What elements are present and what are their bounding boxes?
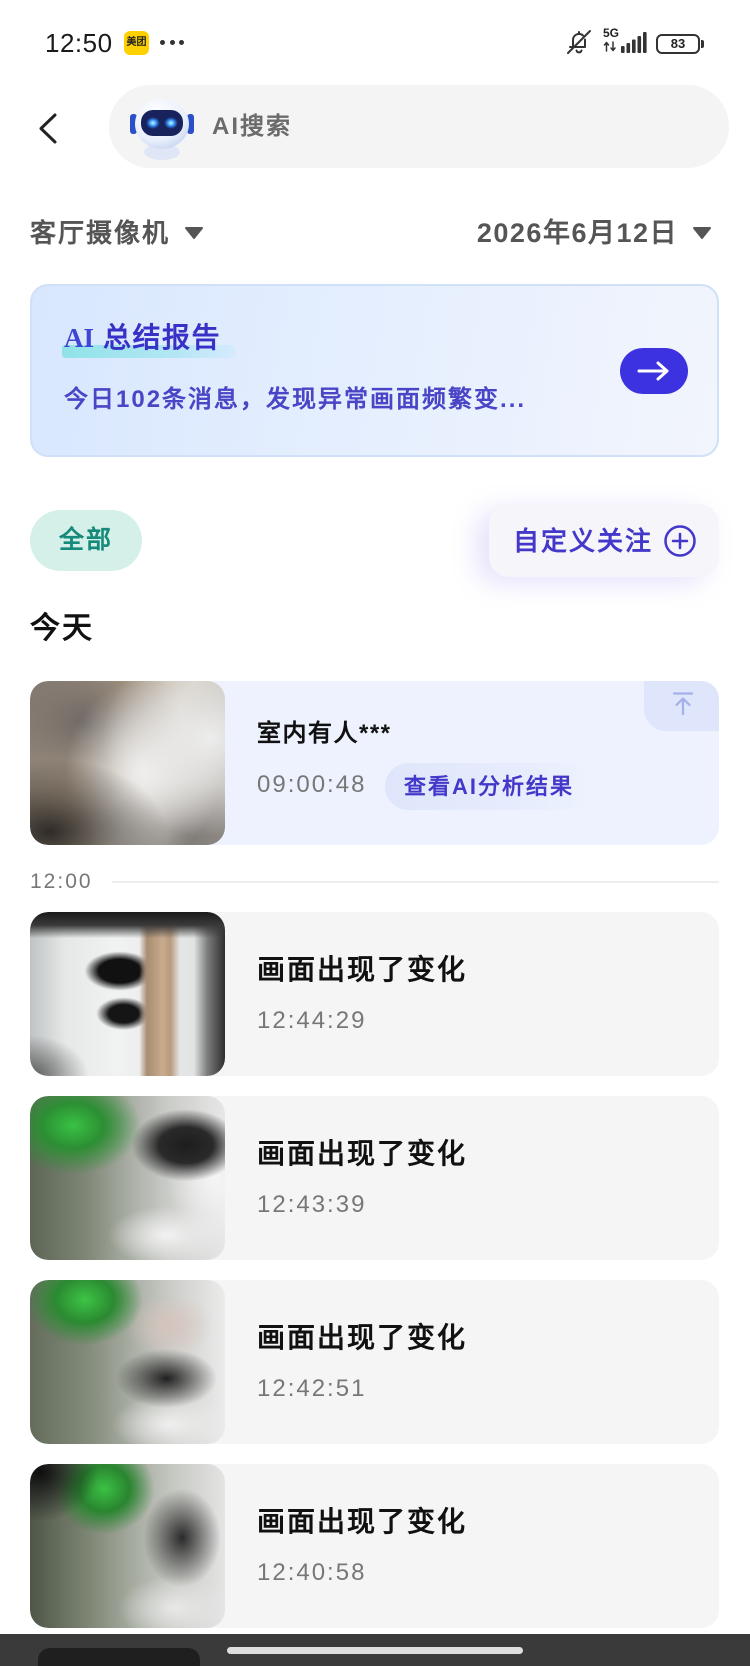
time-divider-label: 12:00: [30, 870, 93, 893]
event-card[interactable]: 画面出现了变化 12:43:39: [30, 1096, 719, 1260]
filter-chip-all[interactable]: 全部: [30, 510, 142, 571]
search-label: AI搜索: [212, 113, 292, 140]
network-type-label: 5G: [603, 26, 620, 40]
meituan-badge-label: 美团: [126, 37, 147, 48]
status-time: 12:50: [45, 28, 113, 58]
pinned-event-card[interactable]: 室内有人*** 09:00:48 查看AI分析结果: [30, 681, 719, 845]
event-time: 12:44:29: [257, 1007, 367, 1034]
event-card[interactable]: 画面出现了变化 12:42:51: [30, 1280, 719, 1444]
report-title: AI 总结报告: [64, 320, 221, 356]
report-title-text: 总结报告: [103, 322, 222, 353]
pin-to-top-icon: [672, 692, 694, 716]
custom-follow-label: 自定义关注: [513, 525, 654, 556]
battery-level: 83: [670, 36, 686, 51]
meituan-app-icon: 美团: [124, 31, 149, 55]
event-time: 09:00:48: [257, 771, 367, 798]
section-title-today: 今天: [30, 612, 94, 645]
data-activity-icon: [603, 41, 616, 52]
event-card[interactable]: 画面出现了变化 12:40:58: [30, 1464, 719, 1628]
caret-down-icon: [693, 227, 711, 239]
pin-to-top-button[interactable]: [644, 681, 719, 731]
event-thumbnail[interactable]: [30, 1096, 225, 1260]
caret-down-icon: [185, 227, 204, 239]
battery-tip: [701, 40, 704, 48]
event-title: 画面出现了变化: [257, 954, 468, 985]
report-ai-label: AI: [64, 323, 95, 353]
camera-name: 客厅摄像机: [30, 218, 171, 248]
home-indicator[interactable]: [227, 1647, 523, 1654]
camera-select-dropdown[interactable]: 客厅摄像机: [30, 214, 204, 252]
event-title: 画面出现了变化: [257, 1138, 468, 1169]
arrow-right-icon: [637, 361, 669, 381]
plus-circle-icon: [664, 524, 696, 557]
ai-search-bar[interactable]: AI搜索: [109, 85, 729, 168]
custom-follow-button[interactable]: 自定义关注: [489, 504, 719, 577]
event-time: 12:40:58: [257, 1559, 367, 1586]
time-divider-line: [112, 881, 719, 883]
selected-date: 2026年6月12日: [476, 218, 678, 248]
ai-robot-avatar: [130, 99, 194, 160]
status-bar: 12:50 美团 5G 83: [0, 0, 750, 70]
event-time: 12:43:39: [257, 1191, 367, 1218]
battery-icon: 83: [656, 34, 700, 54]
open-report-button[interactable]: [620, 348, 688, 394]
event-time: 12:42:51: [257, 1375, 367, 1402]
signal-bars-icon: [621, 32, 647, 53]
event-thumbnail[interactable]: [30, 912, 225, 1076]
event-thumbnail[interactable]: [30, 681, 225, 845]
event-title: 画面出现了变化: [257, 1322, 468, 1353]
date-select-dropdown[interactable]: 2026年6月12日: [477, 214, 712, 252]
event-thumbnail[interactable]: [30, 1280, 225, 1444]
ai-summary-report-card[interactable]: AI 总结报告 今日102条消息，发现异常画面频繁变...: [30, 284, 719, 457]
system-navigation-bar: [0, 1634, 750, 1666]
view-ai-analysis-button[interactable]: 查看AI分析结果: [385, 763, 590, 810]
event-card[interactable]: 画面出现了变化 12:44:29: [30, 912, 719, 1076]
event-title: 画面出现了变化: [257, 1506, 468, 1537]
more-notifications-icon: [160, 40, 184, 46]
report-summary: 今日102条消息，发现异常画面频繁变...: [64, 386, 527, 413]
event-thumbnail[interactable]: [30, 1464, 225, 1628]
bell-off-icon: [567, 30, 591, 54]
chevron-left-icon[interactable]: [30, 108, 70, 148]
event-title: 室内有人***: [257, 720, 392, 747]
next-item-peek: [38, 1648, 200, 1666]
